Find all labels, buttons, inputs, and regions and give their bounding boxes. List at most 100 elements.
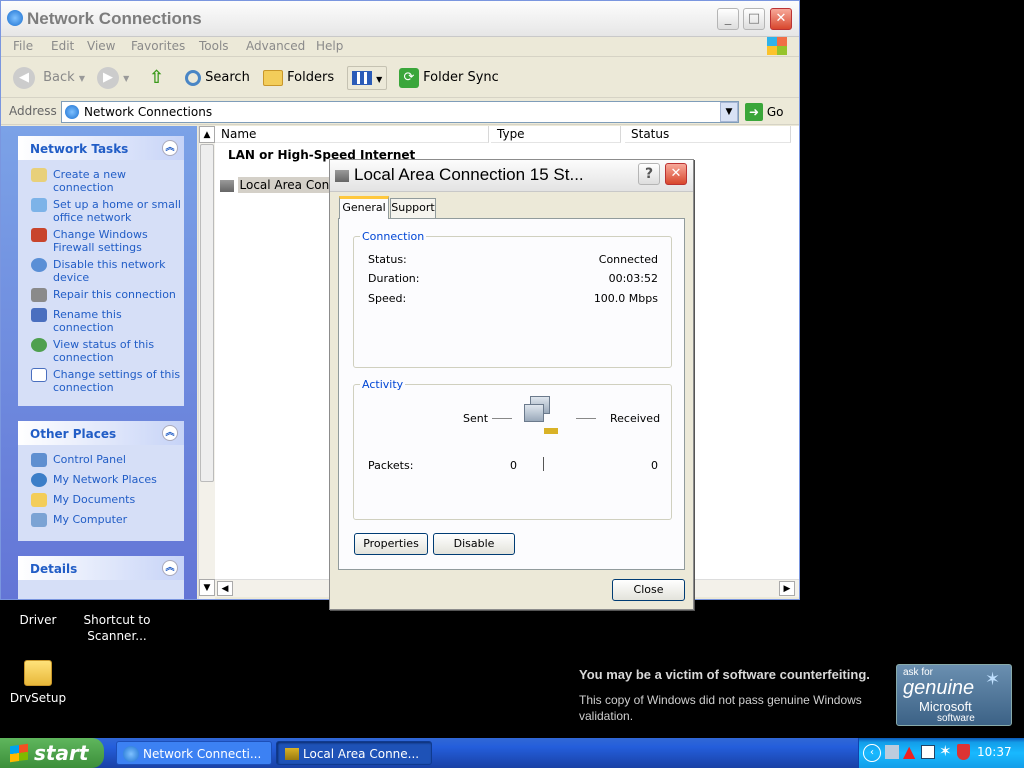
views-button[interactable]: ▼ <box>347 66 387 90</box>
task-create-connection[interactable]: Create a new connection <box>18 168 184 198</box>
go-button[interactable]: ➜ Go <box>745 103 783 121</box>
wrench-icon <box>31 288 47 302</box>
clock[interactable]: 10:37 <box>977 745 1012 759</box>
desktop-icon-label: DrvSetup <box>9 691 67 705</box>
tray-star-icon[interactable]: ✶ <box>939 742 952 760</box>
task-disable-device[interactable]: Disable this network device <box>18 258 184 288</box>
collapse-chevron-icon[interactable]: ︽ <box>162 560 178 576</box>
tray-warning-icon[interactable]: ▲ <box>903 742 915 761</box>
folders-button[interactable]: Folders <box>263 66 334 90</box>
up-folder-button[interactable]: ⇧ <box>149 66 164 90</box>
desktop-icon-scanner-shortcut[interactable]: Shortcut to Scanner... <box>72 612 162 644</box>
menu-edit[interactable]: Edit <box>51 39 74 53</box>
task-label: Local Area Conne... <box>303 747 420 761</box>
back-arrow-icon: ◀ <box>13 66 35 89</box>
dialog-close-x-button[interactable]: ✕ <box>665 163 687 185</box>
speed-label: Speed: <box>368 292 407 305</box>
desktop-icon-label: Shortcut to Scanner... <box>83 613 151 643</box>
scroll-down-arrow[interactable]: ▼ <box>199 579 215 596</box>
place-my-documents[interactable]: My Documents <box>18 493 184 513</box>
menu-file[interactable]: File <box>13 39 33 53</box>
properties-button[interactable]: Properties <box>354 533 428 555</box>
start-button[interactable]: start <box>0 738 104 768</box>
vertical-scrollbar[interactable]: ▲ ▼ <box>198 126 215 599</box>
desktop-icon-driver[interactable]: Driver <box>0 612 83 628</box>
desktop-icon-label: Driver <box>19 613 57 627</box>
tray-network-icon[interactable] <box>885 745 899 759</box>
task-rename-connection[interactable]: Rename this connection <box>18 308 184 338</box>
lan-connection-icon <box>220 180 234 192</box>
other-places-title: Other Places <box>30 427 117 441</box>
scroll-thumb[interactable] <box>200 144 214 482</box>
scroll-left-arrow[interactable]: ◀ <box>217 581 233 596</box>
back-button[interactable]: ◀ Back ▼ <box>13 66 85 90</box>
disable-button[interactable]: Disable <box>433 533 515 555</box>
maximize-button[interactable]: □ <box>743 8 765 30</box>
task-label: Disable this network device <box>53 258 166 284</box>
other-places-header[interactable]: Other Places ︽ <box>18 421 184 445</box>
place-my-network-places[interactable]: My Network Places <box>18 473 184 493</box>
help-button[interactable]: ? <box>638 163 660 185</box>
close-button[interactable]: ✕ <box>770 8 792 30</box>
chevron-down-icon: ▼ <box>123 74 130 83</box>
search-button[interactable]: Search <box>185 66 250 90</box>
system-tray: ‹ ▲ ✶ 10:37 <box>858 738 1024 768</box>
connection-status-dialog: Local Area Connection 15 St... ? ✕ Gener… <box>329 159 694 610</box>
badge-brand: Microsoft <box>919 699 972 714</box>
desktop-icon-drvsetup[interactable]: DrvSetup <box>0 660 83 706</box>
address-label: Address <box>9 104 57 118</box>
address-dropdown-button[interactable]: ▼ <box>720 102 738 122</box>
tray-shield-icon[interactable] <box>957 744 970 760</box>
collapse-chevron-icon[interactable]: ︽ <box>162 425 178 441</box>
task-network-connections[interactable]: Network Connecti... <box>116 741 272 765</box>
tray-expand-icon[interactable]: ‹ <box>863 744 881 762</box>
window-title: Network Connections <box>27 9 202 28</box>
minimize-button[interactable]: _ <box>717 8 739 30</box>
badge-star-icon: ✶ <box>985 669 1001 689</box>
details-header[interactable]: Details ︽ <box>18 556 184 580</box>
menu-advanced[interactable]: Advanced <box>246 39 305 53</box>
genuine-warning-balloon[interactable]: You may be a victim of software counterf… <box>571 660 1016 736</box>
close-button[interactable]: Close <box>612 579 685 601</box>
back-label: Back <box>43 70 75 85</box>
menu-view[interactable]: View <box>87 39 115 53</box>
genuine-microsoft-badge[interactable]: ask for genuine ✶ Microsoft software <box>896 664 1012 726</box>
window-titlebar[interactable]: Network Connections _ □ ✕ <box>1 1 799 37</box>
task-setup-home-network[interactable]: Set up a home or small office network <box>18 198 184 228</box>
menu-favorites[interactable]: Favorites <box>131 39 185 53</box>
tray-checklist-icon[interactable] <box>921 745 935 759</box>
details-panel: Details ︽ <box>18 556 184 599</box>
column-header-name[interactable]: Name <box>215 126 489 143</box>
activity-legend: Activity <box>362 378 404 391</box>
task-local-area-connection[interactable]: Local Area Conne... <box>276 741 432 765</box>
forward-button[interactable]: ▶ ▼ <box>97 66 129 90</box>
folder-icon <box>24 660 52 686</box>
scroll-up-arrow[interactable]: ▲ <box>199 126 215 143</box>
tab-general[interactable]: General <box>339 196 389 219</box>
column-header-type[interactable]: Type <box>491 126 621 143</box>
sync-icon: ⟳ <box>399 67 419 88</box>
up-arrow-icon: ⇧ <box>149 67 165 88</box>
address-input[interactable]: Network Connections <box>61 101 739 123</box>
place-control-panel[interactable]: Control Panel <box>18 453 184 473</box>
folder-sync-button[interactable]: ⟳ Folder Sync <box>399 66 499 90</box>
menu-help[interactable]: Help <box>316 39 343 53</box>
task-view-status[interactable]: View status of this connection <box>18 338 184 368</box>
task-change-firewall[interactable]: Change Windows Firewall settings <box>18 228 184 258</box>
task-repair-connection[interactable]: Repair this connection <box>18 288 184 308</box>
dialog-titlebar[interactable]: Local Area Connection 15 St... ? ✕ <box>330 160 693 192</box>
network-places-icon <box>31 473 47 487</box>
tab-support[interactable]: Support <box>390 198 436 218</box>
menu-bar: File Edit View Favorites Tools Advanced … <box>1 37 799 57</box>
packets-sent-value: 0 <box>510 459 517 472</box>
column-header-status[interactable]: Status <box>625 126 791 143</box>
task-change-settings[interactable]: Change settings of this connection <box>18 368 184 398</box>
collapse-chevron-icon[interactable]: ︽ <box>162 140 178 156</box>
scroll-right-arrow[interactable]: ▶ <box>779 581 795 596</box>
task-label: Set up a home or small office network <box>53 198 181 224</box>
list-item-local-area-connection[interactable]: Local Area Conn <box>220 177 339 196</box>
place-my-computer[interactable]: My Computer <box>18 513 184 533</box>
duration-label: Duration: <box>368 272 420 285</box>
menu-tools[interactable]: Tools <box>199 39 229 53</box>
network-tasks-header[interactable]: Network Tasks ︽ <box>18 136 184 160</box>
